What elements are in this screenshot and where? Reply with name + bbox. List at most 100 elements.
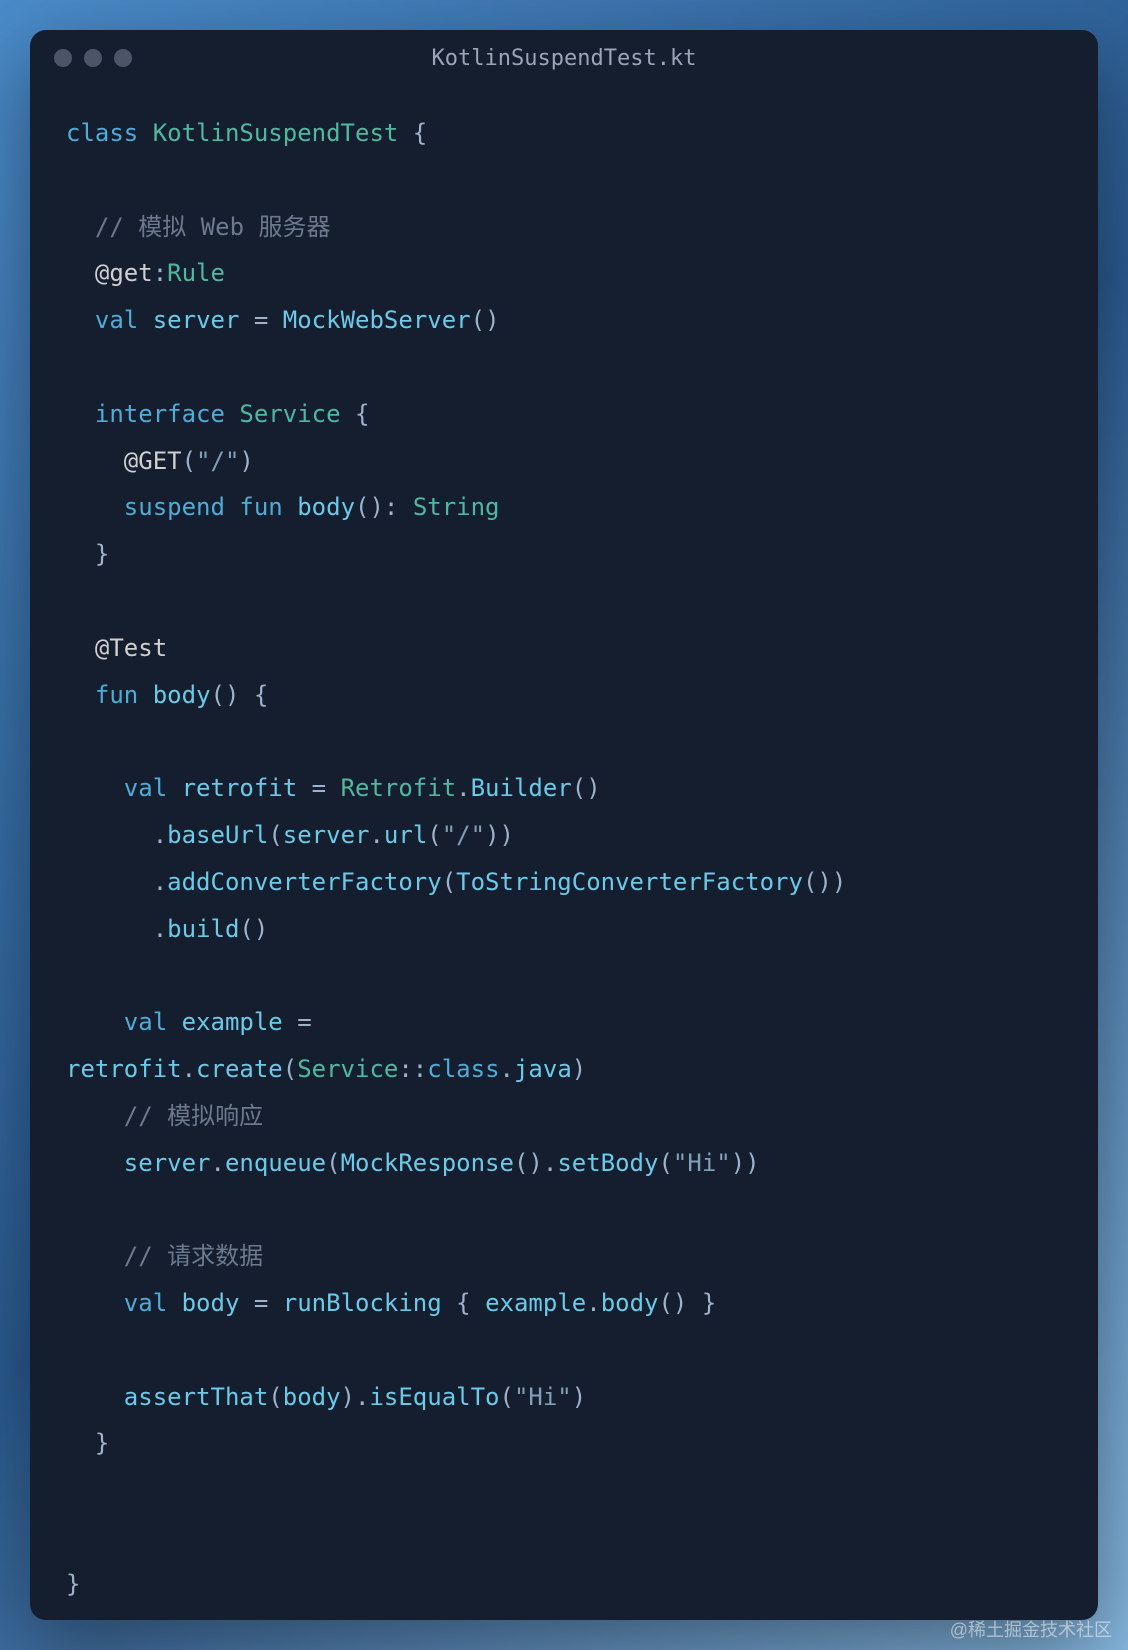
code-token-punct: . (456, 774, 470, 802)
code-token-punct: . (66, 821, 167, 849)
code-token-punct: = (297, 774, 340, 802)
code-token-punct: ( (268, 821, 282, 849)
code-token-punct: () { (211, 681, 269, 709)
code-token-punct: . (66, 915, 167, 943)
code-token-annotation: @Test (95, 634, 167, 662)
code-token-string: "Hi" (514, 1383, 572, 1411)
code-token-punct: ) (239, 447, 253, 475)
code-token-method: MockWebServer (283, 306, 471, 334)
editor-window: KotlinSuspendTest.kt class KotlinSuspend… (30, 30, 1098, 1620)
code-token-punct: ( (326, 1149, 340, 1177)
code-token-punct: . (586, 1289, 600, 1317)
code-token-string: "Hi" (673, 1149, 731, 1177)
code-token-keyword: val (124, 1008, 167, 1036)
code-token-method: ToStringConverterFactory (456, 868, 803, 896)
code-token-punct: ) (572, 1055, 586, 1083)
code-token-punct: () } (658, 1289, 716, 1317)
code-token-ident: retrofit (182, 774, 298, 802)
code-token-ident: example (485, 1289, 586, 1317)
code-token-method: MockResponse (341, 1149, 514, 1177)
code-token-method: build (167, 915, 239, 943)
code-token-punct: . (500, 1055, 514, 1083)
code-token-punct: )) (485, 821, 514, 849)
code-token-punct: ( (442, 868, 456, 896)
code-token-ident: retrofit (66, 1055, 182, 1083)
code-token-punct: (). (514, 1149, 557, 1177)
code-token-punct: () (572, 774, 601, 802)
code-token-punct: . (182, 1055, 196, 1083)
code-token-method: create (196, 1055, 283, 1083)
code-token-method: addConverterFactory (167, 868, 442, 896)
maximize-icon[interactable] (114, 49, 132, 67)
code-token-string: "/" (442, 821, 485, 849)
code-token-ident: java (514, 1055, 572, 1083)
code-token-punct: = (239, 306, 282, 334)
code-token-punct: { (341, 400, 370, 428)
code-token-punct: ) (572, 1383, 586, 1411)
code-token-string: "/" (196, 447, 239, 475)
code-token-punct: } (66, 1429, 109, 1457)
code-token-type: Retrofit (341, 774, 457, 802)
code-token-punct: } (66, 540, 109, 568)
code-token-punct: ( (268, 1383, 282, 1411)
code-token-punct: ( (658, 1149, 672, 1177)
code-token-punct: () (471, 306, 500, 334)
code-token-ident: server (283, 821, 370, 849)
code-token-method: Builder (471, 774, 572, 802)
code-token-annotation: @GET (124, 447, 182, 475)
code-token-keyword: fun (239, 493, 282, 521)
code-token-type: String (413, 493, 500, 521)
code-token-comment: // 请求数据 (124, 1242, 263, 1270)
code-token-ident: body (182, 1289, 240, 1317)
code-token-type: KotlinSuspendTest (153, 119, 399, 147)
code-token-punct: { (442, 1289, 485, 1317)
code-token-type: Rule (167, 259, 225, 287)
code-token-method: baseUrl (167, 821, 268, 849)
code-token-method: body (601, 1289, 659, 1317)
code-token-punct: = (283, 1008, 326, 1036)
code-token-ident: body (283, 1383, 341, 1411)
code-token-method: isEqualTo (369, 1383, 499, 1411)
code-token-keyword: val (95, 306, 138, 334)
minimize-icon[interactable] (84, 49, 102, 67)
close-icon[interactable] (54, 49, 72, 67)
code-token-punct: () (239, 915, 268, 943)
code-token-ident: server (124, 1149, 211, 1177)
code-token-punct: } (66, 1570, 80, 1598)
window-title: KotlinSuspendTest.kt (432, 46, 697, 71)
traffic-lights (54, 49, 132, 67)
code-token-punct: :: (398, 1055, 427, 1083)
code-token-keyword: suspend (124, 493, 225, 521)
code-token-ident: example (182, 1008, 283, 1036)
code-token-punct: . (66, 868, 167, 896)
code-token-punct: { (398, 119, 427, 147)
code-token-keyword: class (66, 119, 138, 147)
code-token-punct: . (211, 1149, 225, 1177)
code-token-method: assertThat (124, 1383, 269, 1411)
code-token-punct: ( (427, 821, 441, 849)
code-editor[interactable]: class KotlinSuspendTest { // 模拟 Web 服务器 … (30, 86, 1098, 1620)
code-token-comment: // 模拟响应 (124, 1102, 263, 1130)
code-token-punct: = (239, 1289, 282, 1317)
code-token-punct: ( (500, 1383, 514, 1411)
code-token-keyword: val (124, 1289, 167, 1317)
code-token-method: url (384, 821, 427, 849)
code-token-punct: ( (182, 447, 196, 475)
code-token-method: setBody (557, 1149, 658, 1177)
code-token-method: enqueue (225, 1149, 326, 1177)
watermark: @稀土掘金技术社区 (950, 1616, 1112, 1642)
code-token-keyword: interface (95, 400, 225, 428)
code-token-punct: ( (283, 1055, 297, 1083)
code-token-keyword: fun (95, 681, 138, 709)
code-token-type: Service (297, 1055, 398, 1083)
code-token-punct: ). (341, 1383, 370, 1411)
code-token-method: runBlocking (283, 1289, 442, 1317)
code-token-punct: . (369, 821, 383, 849)
code-token-punct: )) (731, 1149, 760, 1177)
code-token-annotation: @get (95, 259, 153, 287)
code-token-punct: (): (355, 493, 413, 521)
code-token-ident: server (153, 306, 240, 334)
code-token-keyword: val (124, 774, 167, 802)
code-token-punct: : (153, 259, 167, 287)
code-token-method: body (153, 681, 211, 709)
